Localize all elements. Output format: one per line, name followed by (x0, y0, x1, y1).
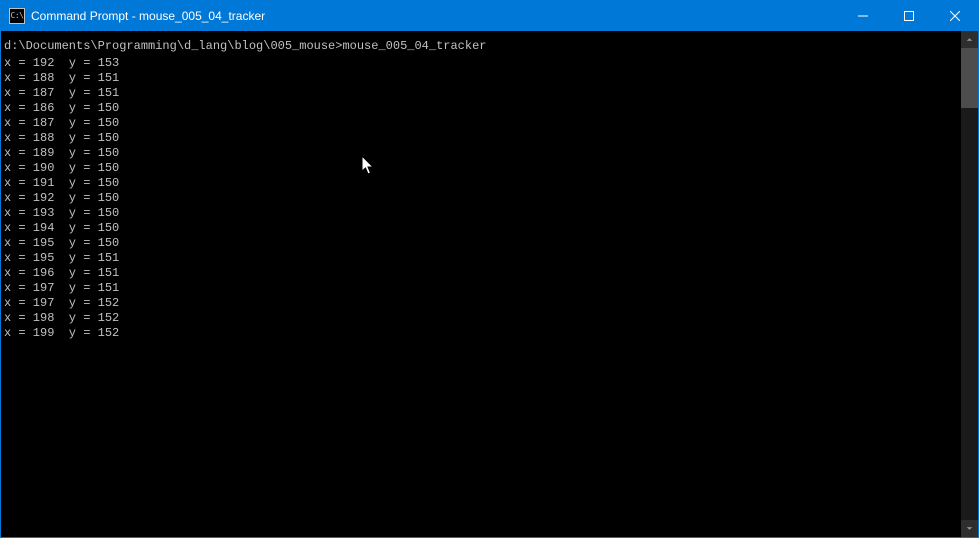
scroll-thumb[interactable] (961, 48, 978, 108)
output-line: x = 195 y = 150 (4, 236, 961, 251)
close-icon (950, 11, 960, 21)
app-icon-text: C:\ (11, 12, 24, 20)
client-area: d:\Documents\Programming\d_lang\blog\005… (1, 31, 978, 537)
chevron-down-icon (966, 525, 973, 532)
output-line: x = 192 y = 153 (4, 56, 961, 71)
vertical-scrollbar[interactable] (961, 31, 978, 537)
output-line: x = 197 y = 151 (4, 281, 961, 296)
scroll-up-button[interactable] (961, 31, 978, 48)
minimize-icon (858, 11, 868, 21)
console-output[interactable]: d:\Documents\Programming\d_lang\blog\005… (1, 31, 961, 537)
output-line: x = 189 y = 150 (4, 146, 961, 161)
output-line: x = 188 y = 151 (4, 71, 961, 86)
window-controls (840, 1, 978, 31)
output-line: x = 198 y = 152 (4, 311, 961, 326)
maximize-button[interactable] (886, 1, 932, 31)
output-line: x = 188 y = 150 (4, 131, 961, 146)
output-line: x = 195 y = 151 (4, 251, 961, 266)
output-line: x = 190 y = 150 (4, 161, 961, 176)
app-icon: C:\ (9, 8, 25, 24)
prompt-line: d:\Documents\Programming\d_lang\blog\005… (4, 39, 961, 54)
output-line: x = 191 y = 150 (4, 176, 961, 191)
output-line: x = 193 y = 150 (4, 206, 961, 221)
maximize-icon (904, 11, 914, 21)
close-button[interactable] (932, 1, 978, 31)
minimize-button[interactable] (840, 1, 886, 31)
chevron-up-icon (966, 36, 973, 43)
output-line: x = 187 y = 150 (4, 116, 961, 131)
output-line: x = 199 y = 152 (4, 326, 961, 341)
output-line: x = 197 y = 152 (4, 296, 961, 311)
titlebar[interactable]: C:\ Command Prompt - mouse_005_04_tracke… (1, 1, 978, 31)
scroll-down-button[interactable] (961, 520, 978, 537)
command-prompt-window: C:\ Command Prompt - mouse_005_04_tracke… (0, 0, 979, 538)
output-line: x = 194 y = 150 (4, 221, 961, 236)
window-title: Command Prompt - mouse_005_04_tracker (31, 9, 840, 23)
output-line: x = 186 y = 150 (4, 101, 961, 116)
output-line: x = 187 y = 151 (4, 86, 961, 101)
output-line: x = 192 y = 150 (4, 191, 961, 206)
output-line: x = 196 y = 151 (4, 266, 961, 281)
